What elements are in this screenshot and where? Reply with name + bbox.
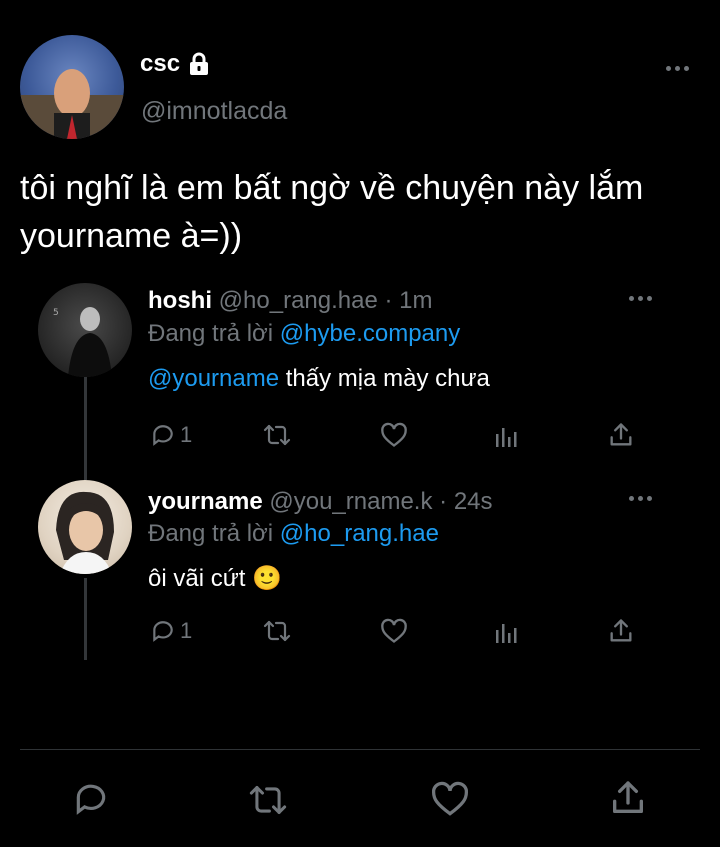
share-button[interactable] [607,421,635,449]
main-reply-button[interactable] [72,780,110,818]
reply-handle[interactable]: @ho_rang.hae [219,287,378,314]
replying-to-line-2: Đang trả lời @ho_rang.hae [148,520,439,548]
reply-time-2[interactable]: 24s [454,488,493,515]
main-more-icon[interactable] [666,66,689,71]
reply-button-2[interactable]: 1 [150,618,192,644]
views-button-2[interactable] [494,620,520,644]
retweet-icon [262,422,292,448]
separator: · [384,287,393,314]
views-button[interactable] [494,424,520,448]
main-tweet-line2: yourname à=)) [20,217,243,255]
reply-display-name-2[interactable]: yourname [148,488,263,515]
like-button-2[interactable] [380,618,408,644]
reply-count: 1 [180,422,193,447]
reply-text-2: ôi vãi cứt 🙂 [148,564,282,593]
replying-prefix: Đang trả lời [148,320,274,347]
views-icon [494,424,520,448]
heart-icon [380,422,408,448]
retweet-button-2[interactable] [262,618,292,644]
lock-icon [188,52,210,76]
reply-count-2: 1 [180,618,193,643]
like-button[interactable] [380,422,408,448]
replying-to-link-2[interactable]: @ho_rang.hae [280,520,439,547]
reply-avatar[interactable]: 5 [38,283,132,377]
main-tweet-text: tôi nghĩ là em bất ngờ về chuyện này lắm… [20,164,643,260]
reply-button[interactable]: 1 [150,422,192,448]
main-tweet-line1: tôi nghĩ là em bất ngờ về chuyện này lắm [20,169,644,207]
retweet-button[interactable] [262,422,292,448]
heart-icon [380,618,408,644]
main-retweet-button[interactable] [246,782,290,818]
mention-link[interactable]: @yourname [148,365,279,392]
main-avatar[interactable] [20,35,124,139]
reply-handle-2[interactable]: @you_rname.k [269,488,432,515]
share-button-2[interactable] [607,617,635,645]
smile-emoji-icon: 🙂 [252,565,282,592]
share-icon [607,617,635,645]
replying-to-link[interactable]: @hybe.company [280,320,460,347]
main-handle[interactable]: @imnotlacda [141,97,287,126]
share-icon [608,778,648,818]
retweet-icon [246,782,290,818]
main-share-button[interactable] [608,778,648,818]
replying-prefix-2: Đang trả lời [148,520,274,547]
main-display-name[interactable]: csc [140,50,180,78]
reply-icon [150,422,176,448]
heart-icon [430,781,470,817]
reply-text: @yourname thấy mịa mày chưa [148,365,490,393]
retweet-icon [262,618,292,644]
reply-icon [72,780,110,818]
reply-display-name[interactable]: hoshi [148,287,212,314]
thread-line-2 [84,578,87,660]
thread-line [84,375,87,480]
reply-header: hoshi @ho_rang.hae · 1m [148,287,433,315]
reply-body-2: ôi vãi cứt [148,565,246,592]
reply-more-icon[interactable] [629,296,652,301]
share-icon [607,421,635,449]
svg-text:5: 5 [53,308,59,318]
main-display-name-row: csc [140,50,210,78]
views-icon [494,620,520,644]
reply-header-2: yourname @you_rname.k · 24s [148,488,493,516]
replying-to-line: Đang trả lời @hybe.company [148,320,460,348]
divider [20,749,700,750]
reply-body: thấy mịa mày chưa [285,365,490,392]
reply-avatar-2[interactable] [38,480,132,574]
reply-icon [150,618,176,644]
separator-2: · [439,488,448,515]
main-like-button[interactable] [430,781,470,817]
reply-more-icon-2[interactable] [629,496,652,501]
reply-time[interactable]: 1m [399,287,432,314]
